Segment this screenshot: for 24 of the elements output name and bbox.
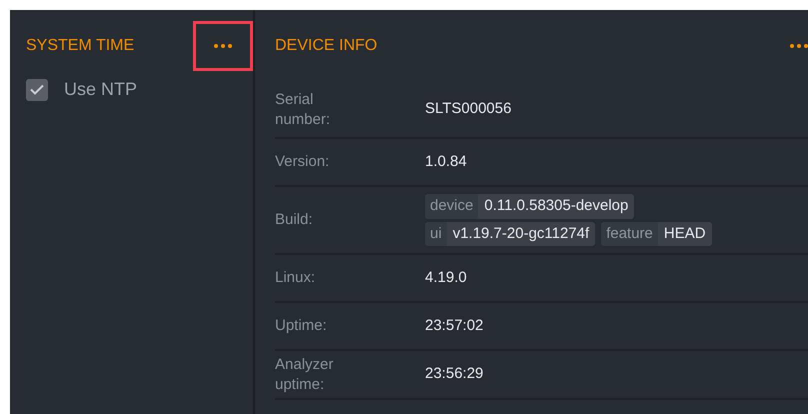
checkbox-label: Use NTP xyxy=(64,78,138,101)
field-label: Serial number: xyxy=(275,90,332,129)
tag-key: feature xyxy=(601,222,658,246)
field-label: Build: xyxy=(275,210,314,230)
field-value: 4.19.0 xyxy=(425,268,467,288)
panel-title: SYSTEM TIME xyxy=(26,36,134,56)
field-value: 1.0.84 xyxy=(425,152,467,172)
field-value: SLTS000056 xyxy=(425,99,512,120)
panel-title: DEVICE INFO xyxy=(275,36,378,56)
tag-value: v1.19.7-20-gc11274f xyxy=(446,222,596,246)
more-icon xyxy=(214,44,232,48)
field-value: 23:56:29 xyxy=(425,364,484,384)
field-label: Version: xyxy=(275,152,330,172)
field-label: Analyzer uptime: xyxy=(275,355,334,394)
tag-value: 0.11.0.58305-develop xyxy=(478,194,634,218)
tag-key: ui xyxy=(425,222,447,246)
tag-key: device xyxy=(425,194,478,218)
more-icon xyxy=(790,44,808,48)
check-icon xyxy=(30,84,44,95)
more-menu-button[interactable] xyxy=(193,21,253,71)
tag-value: HEAD xyxy=(658,222,712,246)
field-label: Linux: xyxy=(275,268,316,288)
field-value: 23:57:02 xyxy=(425,316,484,336)
field-label: Uptime: xyxy=(275,316,328,336)
